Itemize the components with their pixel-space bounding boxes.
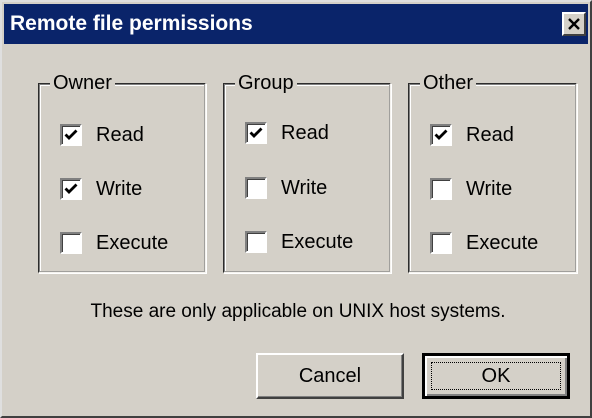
checkbox-box[interactable] [60,178,82,200]
dialog-window: Remote file permissions Owner Read Write… [0,0,592,418]
ok-button[interactable]: OK [422,353,570,399]
checkbox-label: Execute [96,232,169,254]
checkmark-icon [434,129,448,140]
checkmark-icon [249,127,263,138]
info-text: These are only applicable on UNIX host s… [90,301,506,322]
checkmark-icon [64,129,78,140]
other-group-label: Other [420,71,477,95]
checkmark-icon [64,183,78,194]
checkbox-box[interactable] [60,124,82,146]
dialog-title: Remote file permissions [10,12,253,35]
checkbox-label: Read [281,122,329,144]
close-icon [568,18,580,30]
checkbox-label: Read [466,124,514,146]
checkbox-box[interactable] [245,231,267,253]
close-button[interactable] [562,12,586,36]
other-group: Other Read Write Execute [408,71,577,273]
checkbox-label: Read [96,124,144,146]
checkbox-label: Execute [466,232,539,254]
checkbox-box[interactable] [430,124,452,146]
group-group: Group Read Write Execute [223,71,391,273]
checkbox-label: Execute [281,231,354,253]
checkbox-label: Write [281,177,328,199]
title-bar[interactable]: Remote file permissions [4,4,588,44]
owner-group-label: Owner [50,71,115,95]
group-group-label: Group [235,71,297,95]
checkbox-box[interactable] [430,178,452,200]
focus-ring [431,362,561,390]
checkbox-box[interactable] [245,177,267,199]
checkbox-box[interactable] [245,122,267,144]
checkbox-label: Write [466,178,513,200]
owner-group: Owner Read Write Execute [38,71,206,273]
checkbox-box[interactable] [60,232,82,254]
checkbox-label: Write [96,178,143,200]
cancel-button[interactable]: Cancel [256,353,404,399]
checkbox-box[interactable] [430,232,452,254]
